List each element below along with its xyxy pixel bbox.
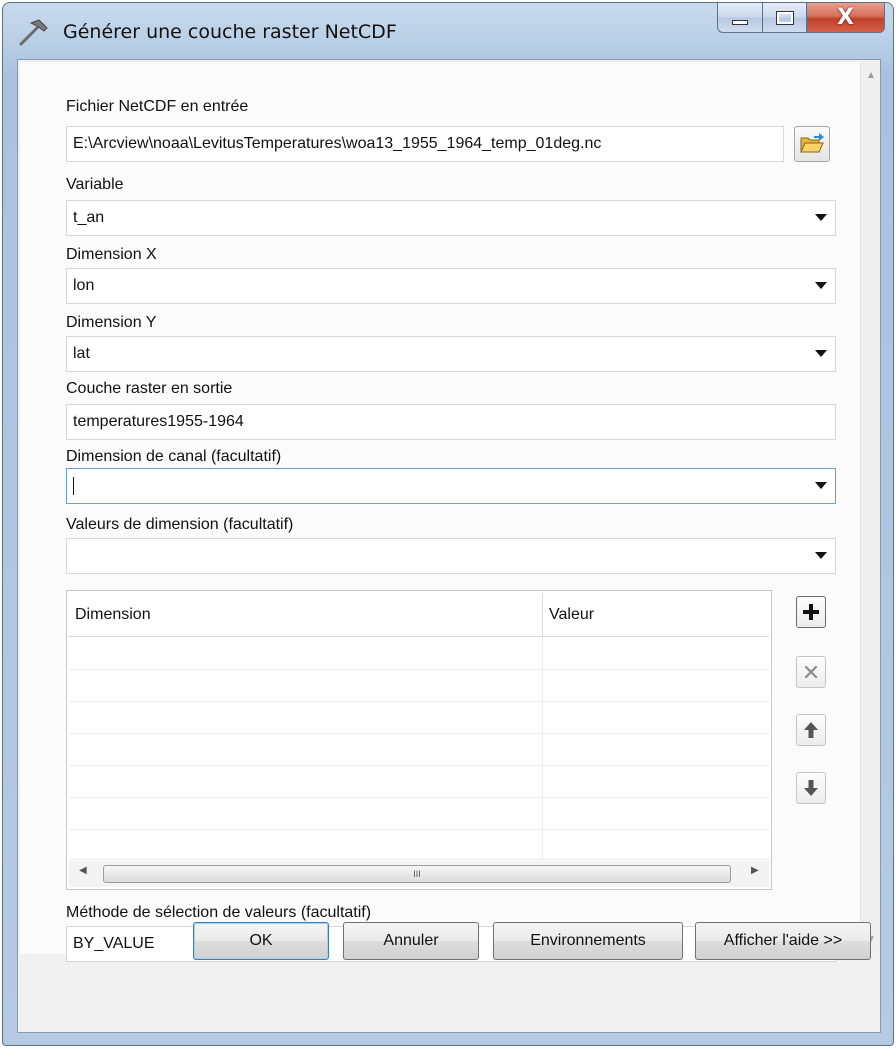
browse-button[interactable] bbox=[794, 126, 830, 162]
dimension-y-value: lat bbox=[73, 345, 90, 362]
chevron-down-icon bbox=[815, 282, 827, 289]
dimension-values-table: Dimension Valeur ◀ III ▶ bbox=[66, 590, 772, 890]
value-selection-method-label: Méthode de sélection de valeurs (faculta… bbox=[66, 904, 372, 921]
chevron-down-icon bbox=[815, 552, 827, 559]
close-button[interactable]: X bbox=[807, 3, 885, 33]
show-help-button[interactable]: Afficher l'aide >> bbox=[695, 922, 871, 960]
dimension-y-select[interactable]: lat bbox=[66, 336, 836, 372]
title-bar[interactable]: Générer une couche raster NetCDF X bbox=[3, 3, 893, 59]
table-cell-dimension[interactable] bbox=[69, 702, 543, 734]
parameters-panel: Fichier NetCDF en entrée E:\Arcview\noaa… bbox=[20, 62, 860, 962]
move-up-button[interactable] bbox=[796, 714, 826, 746]
delete-row-button[interactable] bbox=[796, 656, 826, 688]
dimension-values-label: Valeurs de dimension (facultatif) bbox=[66, 516, 294, 533]
band-dimension-label: Dimension de canal (facultatif) bbox=[66, 448, 282, 465]
input-file-label: Fichier NetCDF en entrée bbox=[66, 98, 249, 115]
table-row[interactable] bbox=[69, 798, 769, 830]
tool-hammer-icon bbox=[19, 19, 48, 46]
column-header-value[interactable]: Valeur bbox=[543, 593, 769, 637]
table-cell-dimension[interactable] bbox=[69, 734, 543, 766]
minimize-icon bbox=[732, 20, 748, 25]
dialog-window: Générer une couche raster NetCDF X Fichi… bbox=[2, 2, 894, 1046]
input-file-field[interactable]: E:\Arcview\noaa\LevitusTemperatures\woa1… bbox=[66, 126, 784, 162]
table-cell-value[interactable] bbox=[543, 734, 769, 766]
dimension-x-value: lon bbox=[73, 277, 95, 294]
dimension-y-label: Dimension Y bbox=[66, 314, 157, 331]
table-row[interactable] bbox=[69, 766, 769, 798]
scroll-thumb[interactable]: III bbox=[103, 865, 731, 883]
cancel-button[interactable]: Annuler bbox=[343, 922, 479, 960]
move-down-button[interactable] bbox=[796, 772, 826, 804]
table-row[interactable] bbox=[69, 670, 769, 702]
table-row[interactable] bbox=[69, 830, 769, 862]
add-row-button[interactable] bbox=[796, 596, 826, 628]
table-cell-value[interactable] bbox=[543, 798, 769, 830]
chevron-down-icon bbox=[815, 214, 827, 221]
ok-button[interactable]: OK bbox=[193, 922, 329, 960]
output-raster-field[interactable]: temperatures1955-1964 bbox=[66, 404, 836, 440]
column-header-dimension[interactable]: Dimension bbox=[69, 593, 543, 637]
value-selection-method-value: BY_VALUE bbox=[73, 935, 155, 952]
open-folder-icon bbox=[800, 133, 824, 153]
table-row[interactable] bbox=[69, 702, 769, 734]
table-cell-value[interactable] bbox=[543, 638, 769, 670]
window-title: Générer une couche raster NetCDF bbox=[63, 21, 397, 43]
close-icon: X bbox=[837, 4, 854, 30]
environments-button[interactable]: Environnements bbox=[493, 922, 683, 960]
dimension-x-label: Dimension X bbox=[66, 246, 157, 263]
maximize-icon bbox=[775, 10, 794, 25]
variable-label: Variable bbox=[66, 176, 124, 193]
dialog-client-area: Fichier NetCDF en entrée E:\Arcview\noaa… bbox=[17, 59, 881, 1033]
table-cell-dimension[interactable] bbox=[69, 670, 543, 702]
table-cell-value[interactable] bbox=[543, 670, 769, 702]
table-cell-dimension[interactable] bbox=[69, 798, 543, 830]
maximize-button[interactable] bbox=[763, 3, 807, 33]
table-header: Dimension Valeur bbox=[69, 593, 769, 637]
table-cell-value[interactable] bbox=[543, 702, 769, 734]
chevron-down-icon bbox=[815, 482, 827, 489]
delete-icon bbox=[804, 665, 818, 679]
input-file-value: E:\Arcview\noaa\LevitusTemperatures\woa1… bbox=[73, 135, 602, 152]
chevron-down-icon bbox=[815, 350, 827, 357]
arrow-up-icon bbox=[804, 722, 818, 738]
table-cell-dimension[interactable] bbox=[69, 638, 543, 670]
table-cell-dimension[interactable] bbox=[69, 830, 543, 862]
arrow-down-icon bbox=[804, 780, 818, 796]
table-cell-value[interactable] bbox=[543, 766, 769, 798]
vertical-scrollbar[interactable]: ▲ ▼ bbox=[860, 62, 880, 954]
scroll-left-icon[interactable]: ◀ bbox=[79, 865, 87, 876]
minimize-button[interactable] bbox=[717, 3, 763, 33]
horizontal-scrollbar[interactable]: ◀ III ▶ bbox=[69, 861, 769, 887]
band-dimension-select[interactable] bbox=[66, 468, 836, 504]
variable-select[interactable]: t_an bbox=[66, 200, 836, 236]
output-raster-value: temperatures1955-1964 bbox=[73, 413, 244, 430]
window-controls: X bbox=[717, 3, 885, 33]
variable-value: t_an bbox=[73, 209, 105, 226]
scroll-right-icon[interactable]: ▶ bbox=[751, 865, 759, 876]
dimension-x-select[interactable]: lon bbox=[66, 268, 836, 304]
table-cell-dimension[interactable] bbox=[69, 766, 543, 798]
table-cell-value[interactable] bbox=[543, 830, 769, 862]
plus-icon bbox=[803, 604, 819, 620]
table-row[interactable] bbox=[69, 734, 769, 766]
scroll-up-icon[interactable]: ▲ bbox=[861, 66, 881, 86]
dimension-values-select[interactable] bbox=[66, 538, 836, 574]
output-raster-label: Couche raster en sortie bbox=[66, 380, 233, 397]
text-cursor bbox=[73, 477, 74, 495]
table-row[interactable] bbox=[69, 638, 769, 670]
